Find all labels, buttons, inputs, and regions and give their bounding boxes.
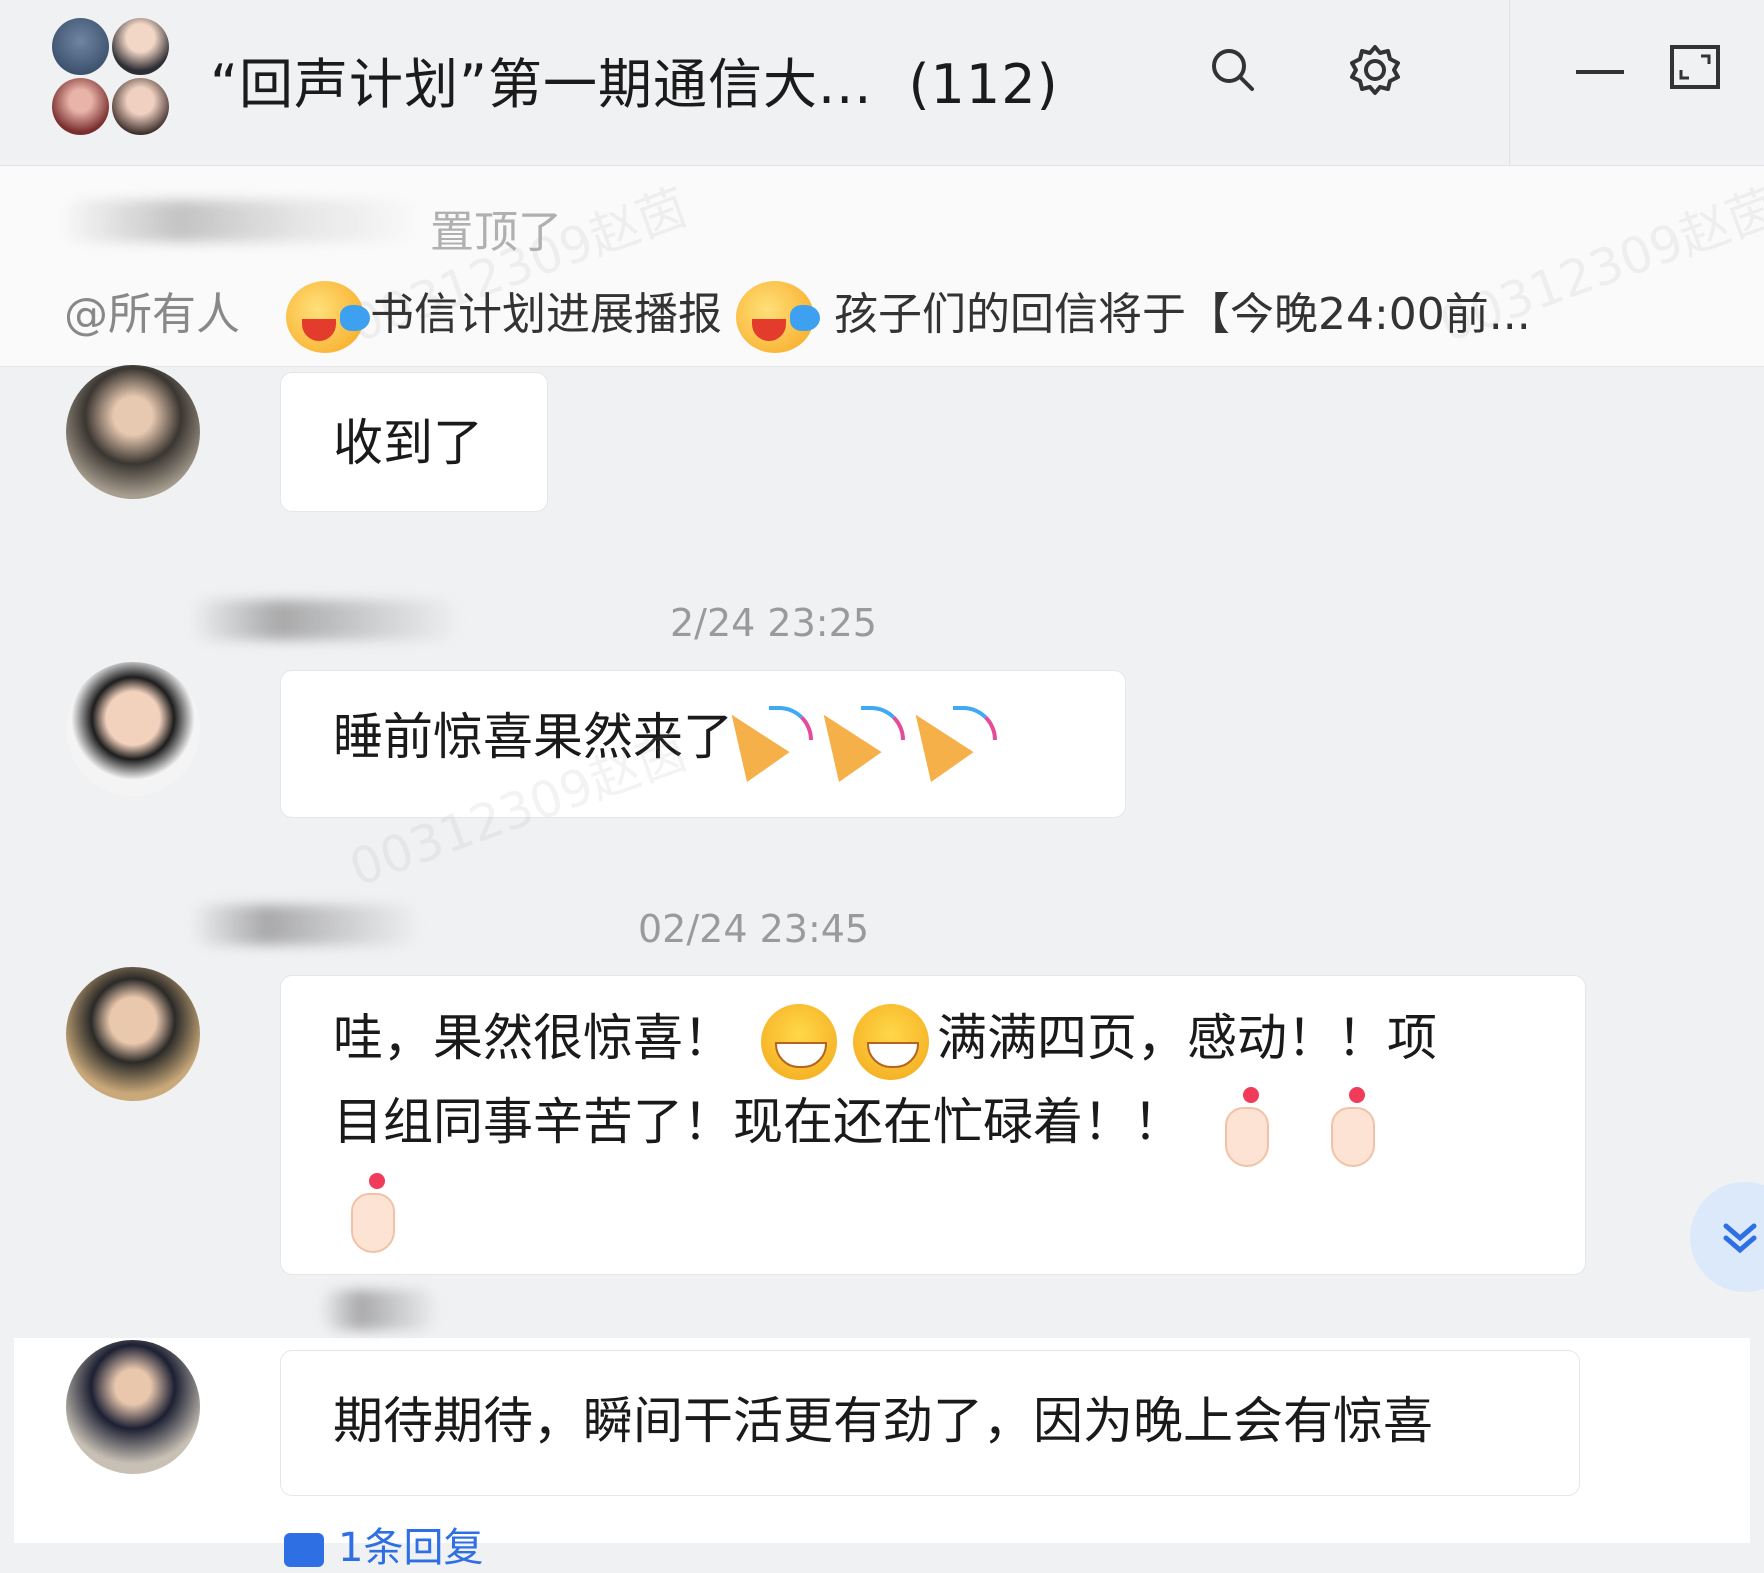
- message-bubble[interactable]: 睡前惊喜果然来了: [280, 670, 1126, 818]
- pinned-by-blurred: [60, 200, 420, 242]
- message-bubble[interactable]: 哇，果然很惊喜！ 满满四页，感动！！项 目组同事辛苦了！现在还在忙碌着！！: [280, 975, 1586, 1275]
- member-count: (112): [908, 53, 1059, 116]
- avatar[interactable]: [66, 662, 200, 796]
- grinning-emoji-icon: [853, 1003, 929, 1080]
- avatar[interactable]: [66, 1340, 200, 1474]
- finger-heart-emoji-icon: [1319, 1085, 1377, 1167]
- megaphone-emoji-icon: [286, 281, 370, 353]
- gear-icon[interactable]: [1345, 40, 1405, 100]
- pinned-text-2: 孩子们的回信将于【今晚24:00前...: [834, 289, 1531, 340]
- message-text: 目组同事辛苦了！现在还在忙碌着！！: [333, 1093, 1183, 1151]
- message-bubble[interactable]: 期待期待，瞬间干活更有劲了，因为晚上会有惊喜: [280, 1350, 1580, 1496]
- sender-name-blurred: [190, 905, 420, 945]
- timestamp: 2/24 23:25: [670, 601, 877, 645]
- chat-title[interactable]: “回声计划”第一期通信大... (112): [210, 40, 1059, 119]
- pinned-content[interactable]: @所有人 书信计划进展播报 孩子们的回信将于【今晚24:00前...: [64, 278, 1531, 353]
- message-text: 满满四页，感动！！项: [937, 1009, 1437, 1067]
- pinned-notice: 置顶了: [430, 207, 562, 258]
- party-popper-emoji-icon: [833, 700, 909, 782]
- avatar[interactable]: [66, 967, 200, 1101]
- title-bar: “回声计划”第一期通信大... (112): [0, 0, 1764, 166]
- member-avatar: [52, 18, 109, 75]
- sender-name-blurred: [190, 600, 460, 640]
- member-avatar: [112, 18, 169, 75]
- finger-heart-emoji-icon: [339, 1171, 397, 1253]
- avatar[interactable]: [66, 365, 200, 499]
- group-avatar[interactable]: [50, 18, 170, 136]
- member-avatar: [112, 78, 169, 135]
- message-text: 收到了: [333, 414, 483, 472]
- sender-name-blurred: [320, 1290, 440, 1330]
- member-avatar: [52, 78, 109, 135]
- megaphone-emoji-icon: [736, 281, 820, 353]
- message-line: 目组同事辛苦了！现在还在忙碌着！！: [333, 1080, 1533, 1167]
- replies-link[interactable]: 1条回复: [284, 1515, 483, 1573]
- party-popper-emoji-icon: [741, 700, 817, 782]
- message-bubble[interactable]: 收到了: [280, 372, 548, 512]
- search-icon[interactable]: [1203, 40, 1263, 100]
- double-chevron-down-icon: [1723, 1223, 1757, 1254]
- timestamp: 02/24 23:45: [638, 907, 870, 951]
- mention-all: @所有人: [64, 289, 240, 340]
- pinned-text-1: 书信计划进展播报: [370, 289, 722, 340]
- replies-count: 1条回复: [338, 1525, 484, 1571]
- chat-title-text: “回声计划”第一期通信大...: [210, 53, 873, 116]
- scroll-to-latest-button[interactable]: [1690, 1182, 1764, 1292]
- party-popper-emoji-icon: [925, 700, 1001, 782]
- minimize-icon[interactable]: [1570, 40, 1630, 100]
- reply-thread-icon: [284, 1533, 324, 1567]
- finger-heart-emoji-icon: [1213, 1085, 1271, 1167]
- grinning-emoji-icon: [761, 1003, 837, 1080]
- message-text: 睡前惊喜果然来了: [333, 708, 733, 766]
- message-line: [333, 1167, 1533, 1253]
- maximize-icon[interactable]: [1665, 40, 1725, 100]
- message-text: 期待期待，瞬间干活更有劲了，因为晚上会有惊喜: [333, 1392, 1433, 1450]
- message-text: 哇，果然很惊喜！: [333, 1009, 733, 1067]
- message-line: 哇，果然很惊喜！ 满满四页，感动！！项: [333, 996, 1533, 1080]
- title-bar-divider: [1509, 0, 1510, 165]
